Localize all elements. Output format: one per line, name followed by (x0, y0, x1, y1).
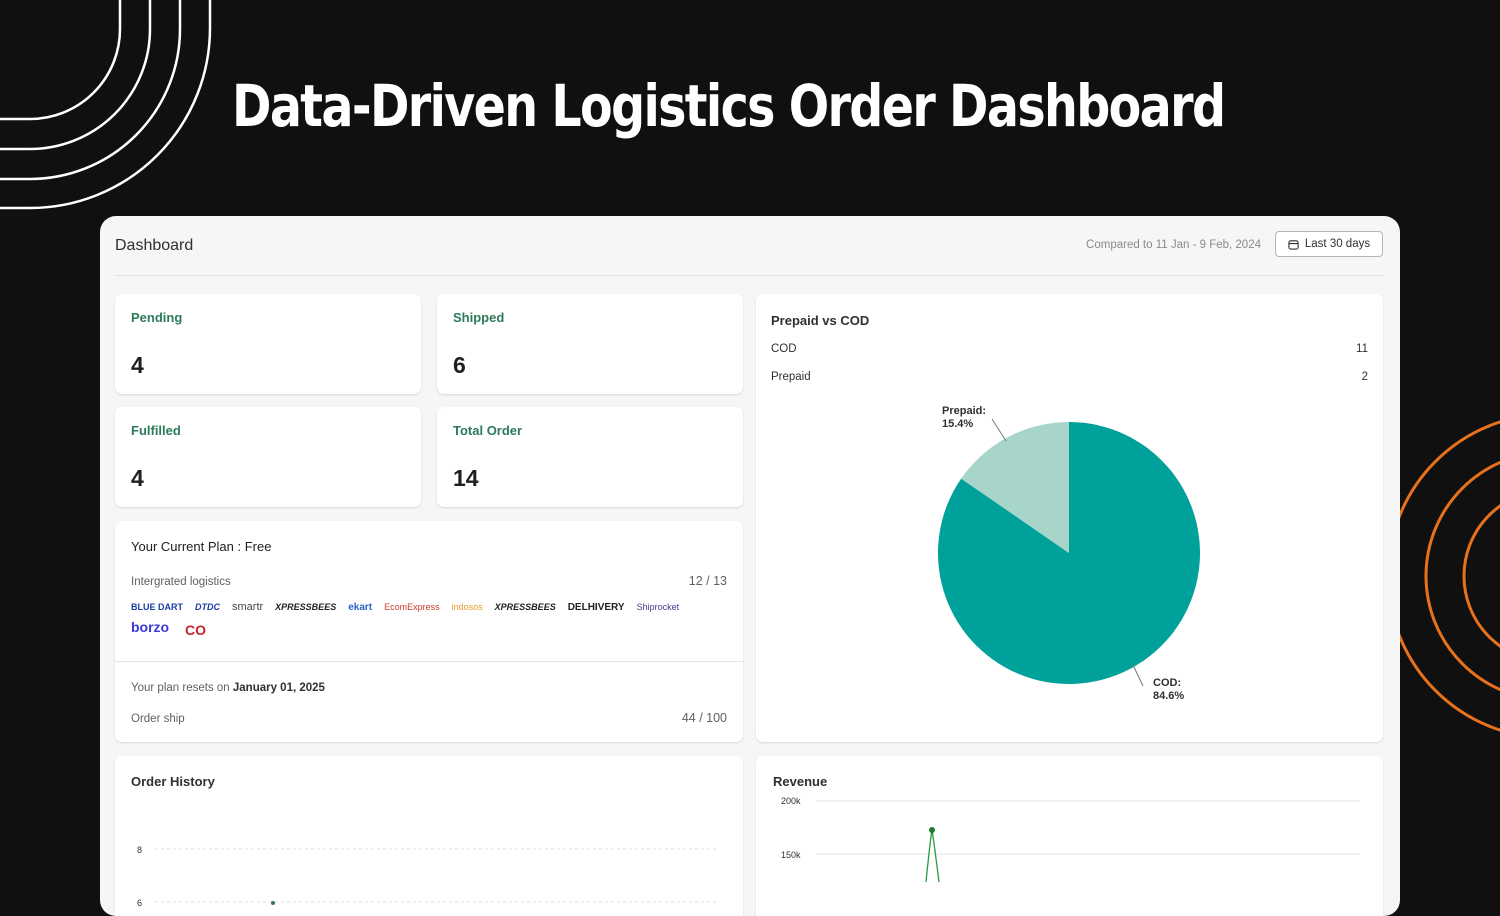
plan-reset-prefix: Your plan resets on (131, 682, 230, 694)
pie-label-pct: 84.6% (1153, 690, 1185, 702)
stat-value: 4 (131, 352, 144, 378)
stat-value: 14 (453, 465, 479, 491)
dtdc-logo: DTDC (195, 602, 220, 612)
leader-line-cod (1132, 664, 1144, 687)
delhivery-logo: DELHIVERY (567, 601, 625, 613)
stat-card-total-order[interactable]: Total Order 14 (437, 407, 743, 507)
order-ship-label: Order ship (131, 713, 185, 725)
plan-title: Your Current Plan : Free (131, 539, 272, 554)
prepaid-cod-card: Prepaid vs COD COD 11 Prepaid 2 Prepaid:… (756, 294, 1383, 742)
pie-label-prepaid: Prepaid: 15.4% (942, 405, 986, 431)
integrated-logistics-label: Intergrated logistics (131, 576, 231, 588)
revenue-chart: 200k 150k (781, 796, 1360, 883)
stat-card-pending[interactable]: Pending 4 (115, 294, 421, 394)
pie-label-name: COD: (1153, 677, 1182, 689)
plan-divider (115, 661, 743, 662)
order-ship-count: 44 / 100 (681, 711, 727, 725)
pie-label-cod: COD: 84.6% (1153, 677, 1184, 703)
y-tick: 200k (781, 796, 801, 806)
revenue-title: Revenue (773, 774, 828, 789)
date-range-button[interactable]: Last 30 days (1275, 231, 1383, 257)
decorative-arcs-right (1400, 420, 1500, 732)
date-range-label: Last 30 days (1304, 238, 1371, 250)
calendar-icon (1288, 239, 1299, 250)
pie-label-pct: 15.4% (942, 418, 974, 430)
co-logo: CO (185, 622, 206, 638)
page-headline: Data-Driven Logistics Order Dashboard (232, 72, 1226, 140)
stat-card-shipped[interactable]: Shipped 6 (437, 294, 743, 394)
xpressbees-logo-2: XPRESSBEES (494, 602, 556, 612)
pie-label-name: Prepaid: (942, 405, 987, 417)
leader-line-prepaid (991, 418, 1007, 442)
dashboard-panel: Dashboard Compared to 11 Jan - 9 Feb, 20… (100, 216, 1400, 916)
order-history-card: Order History 8 6 (115, 756, 743, 916)
stat-label: Fulfilled (131, 423, 181, 438)
smartr-logo: smartr (232, 601, 264, 613)
xpressbees-logo: XPRESSBEES (275, 602, 337, 612)
ekart-logo: ekart (348, 601, 373, 613)
y-tick: 8 (137, 845, 142, 855)
stat-value: 4 (131, 465, 144, 491)
compare-period-text: Compared to 11 Jan - 9 Feb, 2024 (1086, 239, 1261, 251)
revenue-line (925, 829, 940, 883)
prepaid-cod-pie-chart (938, 418, 1200, 687)
revenue-card: Revenue 200k 150k (756, 756, 1383, 916)
dashboard-title: Dashboard (115, 237, 194, 254)
stat-card-fulfilled[interactable]: Fulfilled 4 (115, 407, 421, 507)
y-tick: 150k (781, 850, 801, 860)
indosos-logo: indosos (451, 602, 483, 612)
borzo-logo: borzo (131, 619, 170, 635)
order-history-title: Order History (131, 774, 215, 789)
plan-reset-text: Your plan resets on January 01, 2025 (131, 682, 325, 694)
stat-label: Shipped (453, 310, 505, 325)
y-tick: 6 (137, 898, 142, 908)
order-history-chart: 8 6 (137, 845, 719, 908)
logistics-logos: BLUE DART DTDC smartr XPRESSBEES ekart E… (131, 601, 711, 635)
integrated-logistics-count: 12 / 13 (688, 574, 727, 588)
plan-reset-date: January 01, 2025 (232, 682, 325, 694)
stat-label: Total Order (453, 423, 523, 438)
bluedart-logo: BLUE DART (131, 602, 183, 612)
stat-label: Pending (131, 310, 183, 325)
data-point (271, 901, 275, 905)
ecomexpress-logo: EcomExpress (384, 602, 440, 612)
shiprocket-logo: Shiprocket (636, 602, 680, 612)
plan-card: Your Current Plan : Free Intergrated log… (115, 521, 743, 742)
revenue-peak-point (929, 827, 935, 833)
stat-value: 6 (453, 352, 466, 378)
dashboard-header: Dashboard Compared to 11 Jan - 9 Feb, 20… (115, 230, 1383, 276)
decorative-arcs-left (0, 0, 212, 210)
